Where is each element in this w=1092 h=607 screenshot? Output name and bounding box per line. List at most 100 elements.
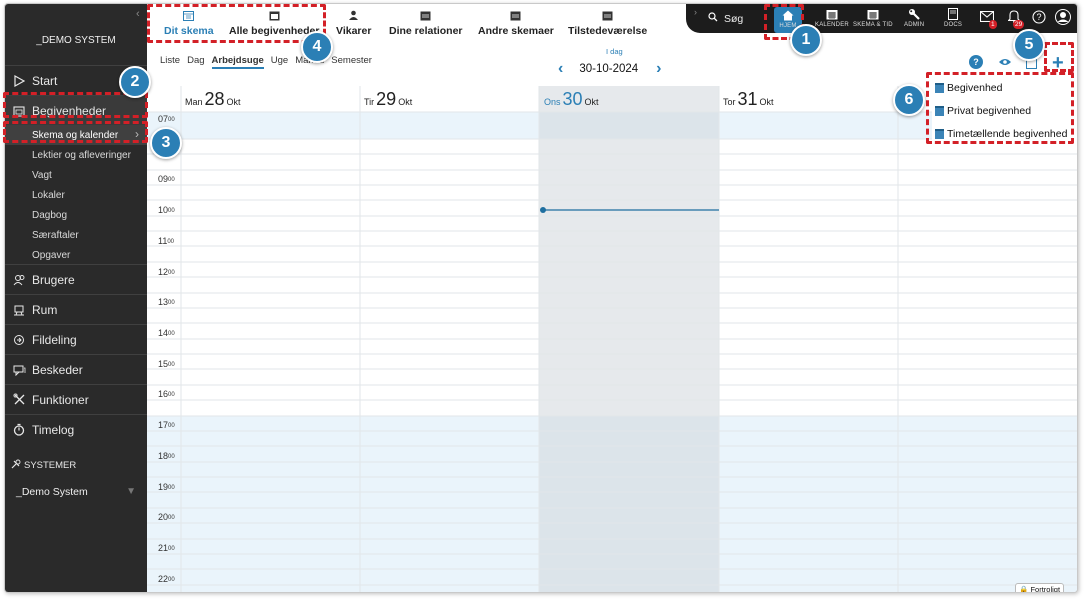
day-header-monday[interactable]: Man 28 Okt <box>185 89 241 110</box>
systems-icon <box>11 459 21 472</box>
substitute-icon <box>348 8 359 22</box>
caret-down-icon: ▼ <box>126 486 136 497</box>
sidebar-sub-label: Særaftaler <box>32 229 79 241</box>
chevron-right-icon[interactable]: › <box>694 7 697 17</box>
notifications-button[interactable]: 29 <box>1006 10 1025 29</box>
day-month: Okt <box>226 97 241 107</box>
other-schedules-icon <box>510 8 521 22</box>
day-number: 30 <box>562 89 583 109</box>
sidebar-sub-lektier[interactable]: Lektier og afleveringer <box>5 145 147 165</box>
sidebar-sub-dagbog[interactable]: Dagbog <box>5 205 147 225</box>
tab-dine-relationer[interactable]: Dine relationer <box>389 8 463 37</box>
system-selector[interactable]: _Demo System ▼ <box>5 481 147 503</box>
day-month: Okt <box>759 97 774 107</box>
attendance-icon <box>602 8 613 22</box>
time-label: 1000 <box>158 205 175 215</box>
view-uge[interactable]: Uge <box>271 55 288 69</box>
tab-tilstedevaerelse[interactable]: Tilstedeværelse <box>568 8 647 37</box>
current-date[interactable]: 30-10-2024 <box>579 63 638 75</box>
time-label: 2100 <box>158 543 175 553</box>
day-number: 29 <box>376 89 397 109</box>
sidebar-item-label: Fildeling <box>32 332 77 347</box>
sidebar-item-fildeling[interactable]: Fildeling <box>5 325 147 354</box>
view-liste[interactable]: Liste <box>160 55 180 69</box>
help-icon: ? <box>969 55 983 69</box>
sidebar-item-label: Beskeder <box>32 362 83 377</box>
step-marker-1: 1 <box>790 24 822 56</box>
sidebar-item-label: Start <box>32 73 58 88</box>
tab-label: Andre skemaer <box>478 25 554 37</box>
search-icon <box>708 12 718 25</box>
sidebar-sub-label: Lokaler <box>32 189 65 201</box>
view-arbejdsuge[interactable]: Arbejdsuge <box>211 55 264 69</box>
search-button[interactable]: Søg <box>708 12 743 25</box>
step-marker-4: 4 <box>301 31 333 63</box>
sidebar-sub-vagt[interactable]: Vagt <box>5 165 147 185</box>
tab-vikarer[interactable]: Vikarer <box>336 8 371 37</box>
tab-label: Tilstedeværelse <box>568 25 648 37</box>
tab-andre-skemaer[interactable]: Andre skemaer <box>478 8 554 37</box>
time-label: 2000 <box>158 512 175 522</box>
calendar-icon <box>826 6 838 22</box>
wrench-icon <box>908 6 920 22</box>
confidential-badge: 🔒 Fortroligt <box>1015 583 1065 592</box>
view-dag[interactable]: Dag <box>187 55 204 69</box>
day-header-wednesday[interactable]: Ons 30 Okt <box>544 89 599 110</box>
annotation-box-menu <box>926 72 1074 144</box>
view-switcher: Liste Dag Arbejdsuge Uge Måned Semester <box>160 55 379 69</box>
sidebar-sub-lokaler[interactable]: Lokaler <box>5 185 147 205</box>
day-month: Okt <box>584 97 599 107</box>
previous-week-icon[interactable]: ‹ <box>558 60 563 78</box>
sidebar-item-beskeder[interactable]: Beskeder <box>5 355 147 384</box>
svg-text:?: ? <box>1036 12 1041 22</box>
system-selector-value: _Demo System <box>16 486 88 498</box>
sidebar-item-label: Timelog <box>32 422 75 437</box>
help-button[interactable]: ? <box>1031 9 1047 26</box>
time-label: 1100 <box>158 236 175 246</box>
docs-label: DOCS <box>944 22 963 28</box>
visibility-button[interactable] <box>998 57 1012 70</box>
today-link[interactable]: I dag <box>606 47 623 56</box>
calendar-grid-lines <box>147 86 1077 592</box>
notifications-badge: 29 <box>1013 20 1025 29</box>
sidebar-item-timelog[interactable]: Timelog <box>5 415 147 444</box>
day-number: 31 <box>737 89 758 109</box>
tab-label: Vikarer <box>336 25 372 37</box>
users-icon <box>12 273 26 287</box>
mail-button[interactable]: 1 <box>979 10 997 29</box>
day-month: Okt <box>398 97 413 107</box>
sidebar-item-funktioner[interactable]: Funktioner <box>5 385 147 414</box>
profile-button[interactable] <box>1055 8 1071 26</box>
schedule-label: SKEMA & TID <box>853 22 893 28</box>
admin-button[interactable]: ADMIN <box>904 6 924 32</box>
docs-button[interactable]: DOCS <box>944 6 962 32</box>
sidebar-item-brugere[interactable]: Brugere <box>5 265 147 294</box>
calendar-label: KALENDER <box>815 22 849 28</box>
sidebar-item-rum[interactable]: Rum <box>5 295 147 324</box>
sidebar-sub-saeraftaler[interactable]: Særaftaler <box>5 225 147 245</box>
global-toolbar: › Søg HJEM KALENDER SKEMA & TID ADMIN DO… <box>686 4 1077 33</box>
file-share-icon <box>12 333 26 347</box>
messages-icon <box>12 363 26 377</box>
day-header-thursday[interactable]: Tor 31 Okt <box>723 89 774 110</box>
annotation-box-tabs <box>147 4 326 43</box>
eye-icon <box>998 58 1012 70</box>
step-marker-6: 6 <box>893 84 925 116</box>
schedule-time-button[interactable]: SKEMA & TID <box>853 6 893 32</box>
next-week-icon[interactable]: › <box>656 60 661 78</box>
time-label: 2200 <box>158 574 175 584</box>
time-label: 1700 <box>158 420 175 430</box>
time-label: 0700 <box>158 114 175 124</box>
help-button[interactable]: ? <box>969 55 983 69</box>
systems-heading-label: SYSTEMER <box>24 460 77 471</box>
step-marker-5: 5 <box>1013 29 1045 61</box>
view-semester[interactable]: Semester <box>331 55 372 69</box>
day-header-tuesday[interactable]: Tir 29 Okt <box>364 89 412 110</box>
sidebar-item-label: Rum <box>32 302 58 317</box>
system-name: _DEMO SYSTEM <box>36 35 116 46</box>
sidebar-sub-opgaver[interactable]: Opgaver <box>5 245 147 265</box>
time-label: 0900 <box>158 174 175 184</box>
sidebar-sub-label: Lektier og afleveringer <box>32 149 131 161</box>
collapse-sidebar-icon[interactable]: ‹ <box>136 8 140 20</box>
calendar-button[interactable]: KALENDER <box>815 6 849 32</box>
